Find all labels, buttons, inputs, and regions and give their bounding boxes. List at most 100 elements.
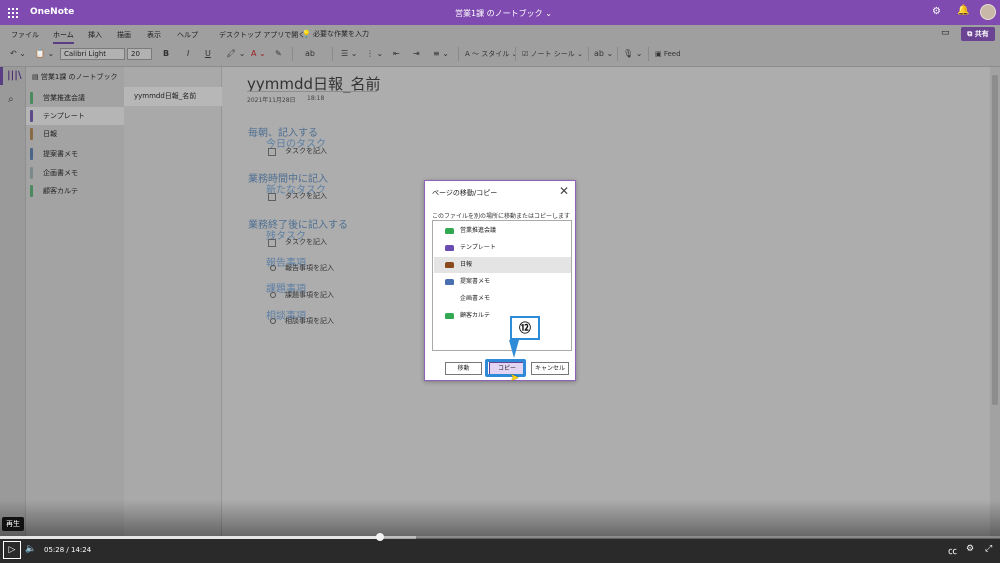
destination-item[interactable]: 提案書メモ	[434, 274, 571, 290]
bold-button[interactable]: B	[163, 47, 169, 61]
bullet-circle	[270, 292, 276, 298]
tell-me-text[interactable]: 必要な作業を入力	[313, 30, 369, 38]
destination-item[interactable]: 顧客カルテ	[434, 308, 571, 324]
waffle-icon[interactable]	[8, 8, 18, 18]
section-color-tab	[30, 148, 33, 160]
eraser-icon[interactable]: ✎	[275, 47, 282, 61]
copy-button-highlight	[485, 359, 526, 377]
divider	[292, 47, 293, 61]
italic-button[interactable]: I	[187, 47, 189, 61]
destination-label: 営業推進会議	[460, 227, 497, 234]
bullet-circle	[270, 265, 276, 271]
destination-item[interactable]: 営業推進会議	[434, 223, 571, 239]
step-callout: ⑫	[510, 316, 540, 340]
consult-text[interactable]: 相談事項を記入	[285, 316, 334, 326]
numbering-button[interactable]: ⋮ ⌄	[366, 47, 383, 61]
undo-button[interactable]: ↶ ⌄	[10, 47, 26, 61]
spelling-button[interactable]: ab ⌄	[594, 47, 613, 61]
bullets-button[interactable]: ☰ ⌄	[341, 47, 357, 61]
section-item[interactable]: テンプレート	[26, 107, 124, 125]
section-item[interactable]: 提案書メモ	[26, 145, 124, 163]
destination-item[interactable]: テンプレート	[434, 240, 571, 256]
notebook-header[interactable]: ▤ 営業1課 のノートブック	[32, 72, 118, 82]
gear-icon[interactable]: ⚙	[966, 544, 974, 554]
destination-label: テンプレート	[460, 244, 496, 251]
move-button[interactable]: 移動	[445, 362, 482, 375]
section-color-icon	[445, 228, 454, 234]
font-size-select[interactable]: 20	[127, 48, 152, 60]
captions-icon[interactable]: ㏄	[948, 544, 957, 557]
task-text[interactable]: タスクを記入	[285, 237, 327, 247]
task-text[interactable]: タスクを記入	[285, 146, 327, 156]
clipboard-button[interactable]: 📋 ⌄	[35, 47, 54, 61]
page-date: 2021年11月28日	[247, 97, 296, 104]
share-button[interactable]: ⧉ 共有	[961, 27, 995, 41]
page-item[interactable]: yymmdd日報_名前	[124, 87, 222, 106]
section-color-icon	[445, 245, 454, 251]
destination-list: 営業推進会議 テンプレート 日報 提案書メモ 企画書メモ 顧客カルテ	[432, 220, 572, 351]
highlight-button[interactable]: 🖍 ⌄	[226, 47, 245, 61]
app-name[interactable]: OneNote	[30, 7, 74, 17]
destination-item-selected[interactable]: 日報	[434, 257, 571, 273]
section-color-tab	[30, 92, 33, 104]
open-desktop-link[interactable]: デスクトップ アプリで開く	[219, 30, 305, 40]
notebook-header-text: 営業1課 のノートブック	[40, 73, 118, 81]
title-bar: OneNote 営業1課 のノートブック ⌄ ⚙ 🔔	[0, 0, 1000, 25]
tab-view[interactable]: 表示	[147, 30, 161, 40]
tab-draw[interactable]: 描画	[117, 30, 131, 40]
share-label: 共有	[974, 30, 989, 38]
task-checkbox[interactable]	[268, 193, 276, 201]
report-text[interactable]: 報告事項を記入	[285, 263, 334, 273]
outdent-button[interactable]: ⇤	[393, 47, 400, 61]
destination-item[interactable]: 企画書メモ	[434, 291, 571, 307]
tell-me-search[interactable]: 💡 必要な作業を入力	[302, 29, 369, 39]
section-item[interactable]: 営業推進会議	[26, 89, 124, 107]
share-icon: ⧉	[967, 30, 973, 38]
section-label: 提案書メモ	[43, 150, 78, 158]
comments-icon[interactable]: ▭	[941, 28, 950, 38]
gear-icon[interactable]: ⚙	[932, 6, 941, 17]
feed-button[interactable]: ▣ Feed	[655, 47, 681, 61]
notebooks-icon[interactable]: |||\	[7, 70, 22, 81]
section-label: 日報	[43, 130, 57, 138]
bell-icon[interactable]: 🔔	[957, 5, 969, 16]
underline-button[interactable]: U	[205, 47, 211, 61]
task-checkbox[interactable]	[268, 239, 276, 247]
volume-icon[interactable]: 🔈	[25, 544, 36, 554]
section-item[interactable]: 顧客カルテ	[26, 182, 124, 200]
scrollbar[interactable]	[990, 67, 1000, 537]
bullet-circle	[270, 318, 276, 324]
issue-text[interactable]: 課題事項を記入	[285, 290, 334, 300]
chevron-down-icon[interactable]: ⌄	[545, 9, 552, 18]
tab-help[interactable]: ヘルプ	[177, 30, 198, 40]
fullscreen-icon[interactable]: ⤢	[985, 544, 992, 554]
font-name-select[interactable]: Calibri Light	[60, 48, 125, 60]
search-icon[interactable]: ⌕	[8, 94, 14, 105]
section-item[interactable]: 日報	[26, 125, 124, 143]
cancel-button[interactable]: キャンセル	[531, 362, 569, 375]
notebook-title[interactable]: 営業1課 のノートブック ⌄	[455, 8, 552, 19]
avatar[interactable]	[980, 4, 996, 20]
indent-button[interactable]: ⇥	[413, 47, 420, 61]
notebook-title-text[interactable]: 営業1課 のノートブック	[455, 9, 543, 18]
task-checkbox[interactable]	[268, 148, 276, 156]
tab-file[interactable]: ファイル	[11, 30, 39, 40]
progress-knob[interactable]	[376, 533, 384, 541]
scrollbar-thumb[interactable]	[992, 75, 998, 405]
task-text[interactable]: タスクを記入	[285, 191, 327, 201]
styles-button[interactable]: A 〜 スタイル ⌄	[465, 47, 517, 61]
note-tags-button[interactable]: ☑ ノート シール ⌄	[522, 47, 583, 61]
callout-pointer	[509, 340, 519, 358]
page-canvas[interactable]	[222, 67, 990, 537]
font-color-button[interactable]: A ⌄	[251, 47, 266, 61]
tab-home[interactable]: ホーム	[53, 30, 74, 44]
close-icon[interactable]: ✕	[559, 184, 569, 198]
dictate-button[interactable]: 🎙 ⌄	[623, 47, 642, 61]
progress-fill	[0, 536, 380, 539]
tab-insert[interactable]: 挿入	[88, 30, 102, 40]
section-label: 営業推進会議	[43, 94, 85, 102]
align-button[interactable]: ≡ ⌄	[433, 47, 449, 61]
strikethrough-button[interactable]: ab	[305, 47, 315, 61]
section-item[interactable]: 企画書メモ	[26, 164, 124, 182]
play-button[interactable]: ▷	[3, 541, 21, 559]
